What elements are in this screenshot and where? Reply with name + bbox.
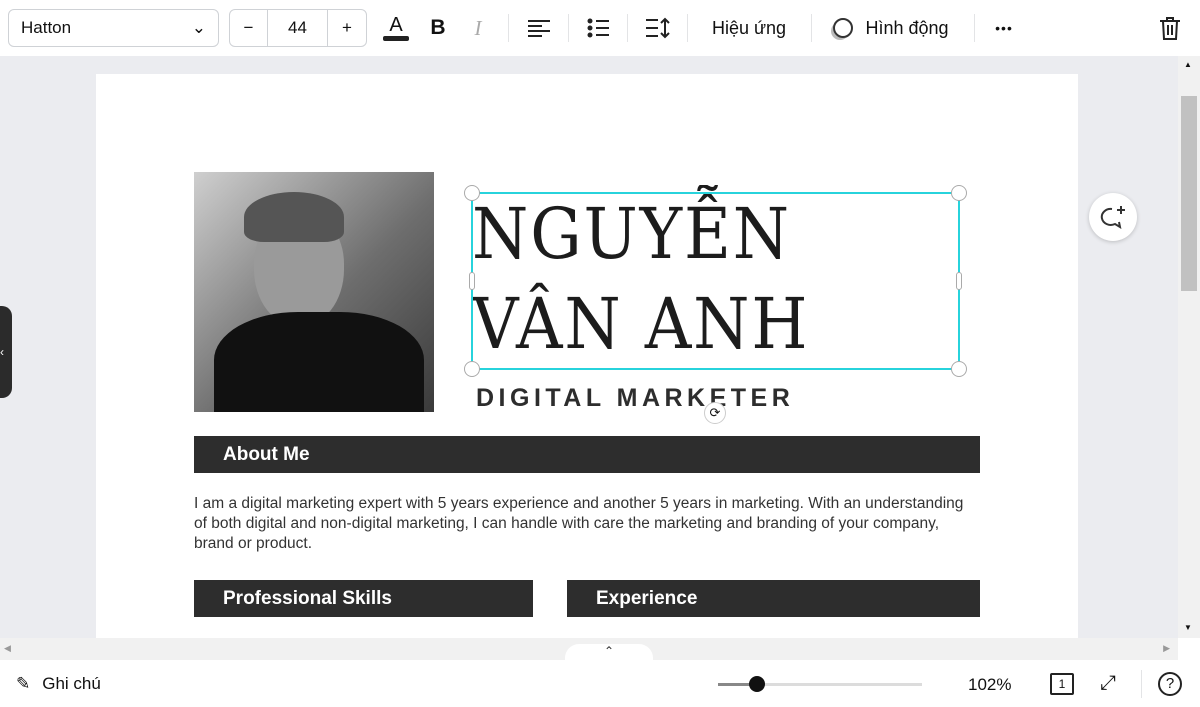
scroll-thumb[interactable] xyxy=(1181,96,1197,291)
resize-handle[interactable] xyxy=(956,272,962,290)
profile-photo[interactable] xyxy=(194,172,434,412)
bold-button[interactable]: B xyxy=(425,9,451,47)
chevron-up-icon: ⌃ xyxy=(603,644,615,658)
color-swatch xyxy=(383,35,409,41)
vertical-scrollbar[interactable]: ▲ ▼ xyxy=(1178,56,1200,638)
experience-heading[interactable]: Experience xyxy=(567,580,980,617)
side-panel-toggle[interactable]: ‹ xyxy=(0,306,12,398)
comment-plus-icon xyxy=(1100,206,1125,229)
add-comment-button[interactable] xyxy=(1089,193,1137,241)
scroll-down-icon[interactable]: ▼ xyxy=(1184,623,1192,632)
align-button[interactable] xyxy=(524,9,554,47)
page-count: 1 xyxy=(1058,677,1066,691)
effects-button[interactable]: Hiệu ứng xyxy=(703,9,795,47)
editor-canvas: ‹ NGUYỄN VÂN ANH DIGITAL MARKETER ⟳ Abou… xyxy=(0,56,1178,638)
selection-box[interactable] xyxy=(464,185,967,377)
bullet-list-icon xyxy=(587,18,609,38)
resize-handle[interactable] xyxy=(464,185,480,201)
resize-handle[interactable] xyxy=(464,361,480,377)
notes-icon: ✎ xyxy=(16,674,31,693)
help-icon: ? xyxy=(1165,675,1175,692)
zoom-slider[interactable] xyxy=(718,676,922,692)
italic-button[interactable]: I xyxy=(465,9,491,47)
bold-icon: B xyxy=(430,16,446,39)
rotate-icon: ⟳ xyxy=(709,405,721,420)
scroll-right-icon[interactable]: ▶ xyxy=(1163,643,1170,654)
animate-icon xyxy=(833,18,854,38)
resume-page: NGUYỄN VÂN ANH DIGITAL MARKETER ⟳ About … xyxy=(96,74,1078,638)
notes-label: Ghi chú xyxy=(42,674,101,693)
animate-button[interactable]: Hình động xyxy=(826,9,956,47)
resize-handle[interactable] xyxy=(951,185,967,201)
notes-button[interactable]: ✎ Ghi chú xyxy=(16,674,101,694)
trash-icon xyxy=(1160,17,1180,40)
font-selector[interactable]: Hatton ⌄ xyxy=(8,9,219,47)
job-title[interactable]: DIGITAL MARKETER xyxy=(476,384,794,413)
toolbar: Hatton ⌄ − 44 + A B I Hiệu ứng Hình động … xyxy=(0,0,1200,56)
chevron-down-icon: ⌄ xyxy=(191,18,206,37)
about-heading[interactable]: About Me xyxy=(194,436,980,473)
expand-icon: ⤢ xyxy=(1100,672,1116,694)
resize-handle[interactable] xyxy=(951,361,967,377)
line-spacing-icon xyxy=(646,17,670,39)
scroll-up-icon[interactable]: ▲ xyxy=(1184,60,1192,69)
zoom-level[interactable]: 102% xyxy=(968,675,1011,695)
zoom-slider-handle[interactable] xyxy=(748,676,765,692)
list-button[interactable] xyxy=(583,9,613,47)
page-count-button[interactable]: 1 xyxy=(1050,673,1074,695)
decrease-size-button[interactable]: − xyxy=(230,10,268,46)
animate-label: Hình động xyxy=(865,17,949,38)
text-color-button[interactable]: A xyxy=(381,9,411,47)
fullscreen-button[interactable]: ⤢ xyxy=(1100,672,1116,695)
increase-size-button[interactable]: + xyxy=(328,10,366,46)
align-left-icon xyxy=(528,20,550,37)
delete-button[interactable] xyxy=(1156,9,1184,47)
bottom-bar: ✎ Ghi chú 102% 1 ⤢ ? xyxy=(0,660,1200,707)
text-color-icon: A xyxy=(389,13,403,36)
font-name: Hatton xyxy=(21,18,72,37)
spacing-button[interactable] xyxy=(643,9,673,47)
more-button[interactable]: ••• xyxy=(988,9,1020,47)
scroll-left-icon[interactable]: ◀ xyxy=(4,643,11,654)
italic-icon: I xyxy=(474,15,482,40)
font-size-input[interactable]: 44 xyxy=(268,10,328,46)
chevron-left-icon: ‹ xyxy=(0,345,4,359)
help-button[interactable]: ? xyxy=(1158,672,1182,696)
about-text[interactable]: I am a digital marketing expert with 5 y… xyxy=(194,494,980,554)
font-size-stepper: − 44 + xyxy=(229,9,367,47)
skills-heading[interactable]: Professional Skills xyxy=(194,580,533,617)
resize-handle[interactable] xyxy=(469,272,475,290)
rotate-handle[interactable]: ⟳ xyxy=(704,402,726,424)
